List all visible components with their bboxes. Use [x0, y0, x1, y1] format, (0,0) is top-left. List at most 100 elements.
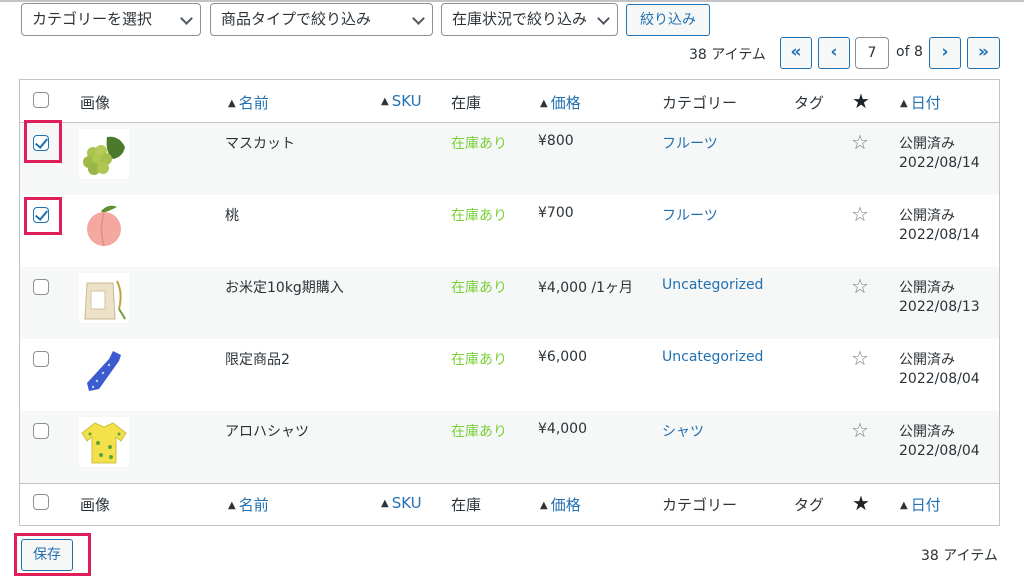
column-price-label: 価格 — [550, 94, 581, 112]
product-type-filter-select[interactable]: 商品タイプで絞り込み — [210, 3, 433, 36]
first-page-button[interactable]: « — [780, 37, 812, 69]
product-name: アロハシャツ — [225, 424, 309, 440]
last-page-button[interactable]: » — [967, 37, 1000, 69]
filter-button[interactable]: 絞り込み — [626, 4, 710, 36]
column-sku-sort[interactable]: ▲ SKU — [381, 92, 422, 110]
column-image: 画像 — [80, 496, 111, 514]
product-price: ¥6,000 — [538, 349, 587, 365]
publish-status: 公開済み — [899, 424, 955, 440]
product-name: お米定10kg期購入 — [225, 280, 344, 296]
column-date-label: 日付 — [910, 496, 941, 514]
category-filter-select[interactable]: カテゴリーを選択 — [21, 3, 201, 36]
product-name: マスカット — [225, 136, 295, 152]
table-row: 限定商品2 在庫あり ¥6,000 Uncategorized ☆ 公開済み 2… — [20, 339, 999, 411]
table-row: アロハシャツ 在庫あり ¥4,000 シャツ ☆ 公開済み 2022/08/04 — [20, 411, 999, 483]
table-row: お米定10kg期購入 在庫あり ¥4,000 /1ヶ月 Uncategorize… — [20, 267, 999, 339]
product-name: 桃 — [225, 208, 239, 224]
aloha-shirt-image — [79, 417, 129, 467]
sort-arrow-icon: ▲ — [381, 498, 389, 509]
column-name-sort[interactable]: ▲ 名前 — [228, 494, 269, 515]
stock-status: 在庫あり — [451, 280, 507, 296]
stock-status: 在庫あり — [451, 208, 507, 224]
featured-star-outline-icon[interactable]: ☆ — [851, 274, 869, 298]
total-pages-label: of 8 — [896, 44, 923, 60]
previous-page-button[interactable]: ‹ — [818, 37, 850, 69]
sort-arrow-icon: ▲ — [228, 500, 236, 511]
stock-status: 在庫あり — [451, 136, 507, 152]
next-page-button[interactable]: › — [929, 37, 961, 69]
peach-image — [79, 201, 129, 251]
sort-arrow-icon: ▲ — [900, 500, 908, 511]
column-sku-label: SKU — [391, 494, 422, 512]
publish-date: 2022/08/04 — [899, 443, 980, 459]
sort-arrow-icon: ▲ — [228, 98, 236, 109]
publish-status: 公開済み — [899, 280, 955, 296]
product-price: ¥4,000 — [538, 421, 587, 437]
publish-status: 公開済み — [899, 136, 955, 152]
stock-status-filter-value: 在庫状況で絞り込み — [452, 10, 588, 28]
row-checkbox[interactable] — [33, 279, 49, 295]
featured-star-outline-icon[interactable]: ☆ — [851, 202, 869, 226]
sort-arrow-icon: ▲ — [381, 96, 389, 107]
column-tags: タグ — [794, 94, 825, 112]
column-date-sort[interactable]: ▲ 日付 — [900, 92, 941, 113]
stock-status-filter-select[interactable]: 在庫状況で絞り込み — [441, 3, 618, 36]
products-table: 画像 ▲ 名前 ▲ SKU 在庫 ▲ 価格 カテゴリー タグ ★ ▲ 日付 マスカット … — [19, 79, 1000, 526]
column-name-label: 名前 — [238, 496, 269, 514]
featured-star-outline-icon[interactable]: ☆ — [851, 418, 869, 442]
column-name-sort[interactable]: ▲ 名前 — [228, 92, 269, 113]
column-date-label: 日付 — [910, 94, 941, 112]
highlight-box-checkbox-2 — [24, 197, 62, 235]
current-page-input[interactable]: 7 — [855, 37, 889, 69]
row-checkbox[interactable] — [33, 351, 49, 367]
grapes-image — [79, 129, 129, 179]
row-checkbox[interactable] — [33, 423, 49, 439]
items-count-top: 38 アイテム — [689, 47, 766, 63]
column-price-sort[interactable]: ▲ 価格 — [540, 494, 581, 515]
product-price: ¥800 — [538, 133, 574, 149]
featured-star-outline-icon[interactable]: ☆ — [851, 346, 869, 370]
category-link[interactable]: フルーツ — [662, 205, 718, 225]
featured-star-icon[interactable]: ★ — [852, 89, 870, 113]
column-tags: タグ — [794, 496, 825, 514]
column-image: 画像 — [80, 94, 111, 112]
sort-arrow-icon: ▲ — [900, 98, 908, 109]
column-stock: 在庫 — [451, 496, 482, 514]
publish-status: 公開済み — [899, 208, 955, 224]
publish-date: 2022/08/13 — [899, 299, 980, 315]
chevron-down-icon — [180, 12, 193, 25]
select-all-checkbox-bottom[interactable] — [33, 494, 49, 510]
category-filter-value: カテゴリーを選択 — [32, 10, 153, 28]
top-border — [0, 0, 1024, 2]
publish-date: 2022/08/14 — [899, 227, 980, 243]
product-name: 限定商品2 — [225, 352, 290, 368]
highlight-box-checkbox-1 — [24, 120, 62, 163]
category-link[interactable]: フルーツ — [662, 133, 718, 153]
column-sku-sort[interactable]: ▲ SKU — [381, 494, 422, 512]
category-link[interactable]: Uncategorized — [662, 349, 763, 365]
items-count-bottom: 38 アイテム — [921, 548, 998, 564]
featured-star-outline-icon[interactable]: ☆ — [851, 130, 869, 154]
column-price-sort[interactable]: ▲ 価格 — [540, 92, 581, 113]
chevron-down-icon — [412, 12, 425, 25]
featured-star-icon[interactable]: ★ — [852, 491, 870, 515]
column-category: カテゴリー — [662, 496, 738, 514]
rice-bag-image — [79, 273, 129, 323]
publish-date: 2022/08/04 — [899, 371, 980, 387]
product-price: ¥700 — [538, 205, 574, 221]
category-link[interactable]: シャツ — [662, 421, 704, 441]
product-type-filter-value: 商品タイプで絞り込み — [221, 10, 372, 28]
column-category: カテゴリー — [662, 94, 738, 112]
column-sku-label: SKU — [391, 92, 422, 110]
table-footer: 画像 ▲ 名前 ▲ SKU 在庫 ▲ 価格 カテゴリー タグ ★ ▲ 日付 — [20, 483, 999, 525]
column-name-label: 名前 — [238, 94, 269, 112]
sort-arrow-icon: ▲ — [540, 98, 548, 109]
table-header: 画像 ▲ 名前 ▲ SKU 在庫 ▲ 価格 カテゴリー タグ ★ ▲ 日付 — [20, 80, 999, 123]
column-price-label: 価格 — [550, 496, 581, 514]
stock-status: 在庫あり — [451, 424, 507, 440]
necktie-image — [79, 345, 129, 395]
chevron-down-icon — [597, 12, 610, 25]
column-date-sort[interactable]: ▲ 日付 — [900, 494, 941, 515]
select-all-checkbox[interactable] — [33, 92, 49, 108]
category-link[interactable]: Uncategorized — [662, 277, 763, 293]
